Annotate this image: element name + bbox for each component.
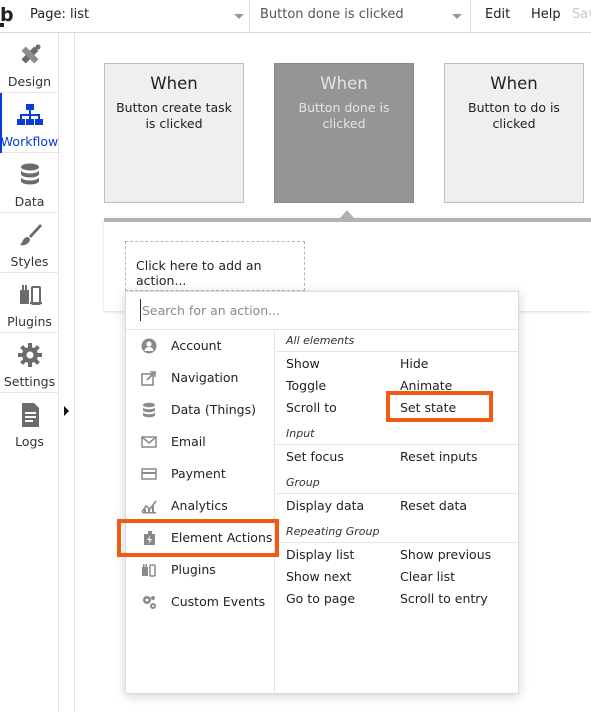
- action-go-to-page[interactable]: Go to page: [286, 591, 355, 606]
- selected-event-pointer: [340, 210, 354, 218]
- action-hide[interactable]: Hide: [400, 356, 429, 371]
- category-data-things[interactable]: Data (Things): [126, 394, 275, 426]
- menu-edit[interactable]: Edit: [485, 7, 510, 22]
- gears-icon: [143, 596, 156, 609]
- top-bar: b Page: list Button done is clicked Edit…: [0, 0, 591, 33]
- credit-card-icon: [141, 468, 157, 480]
- analytics-icon: [141, 500, 157, 514]
- sidebar-item-design[interactable]: Design: [0, 33, 59, 93]
- plugin-icon: [142, 564, 156, 577]
- sidebar-item-label: Plugins: [7, 314, 52, 329]
- sidebar-item-label: Design: [7, 74, 52, 89]
- sidebar-item-settings[interactable]: Settings: [0, 333, 59, 393]
- menu-help[interactable]: Help: [531, 7, 561, 22]
- action-clear-list[interactable]: Clear list: [400, 569, 455, 584]
- action-display-data[interactable]: Display data: [286, 498, 364, 513]
- event-card[interactable]: When Button create task is clicked: [104, 63, 244, 203]
- email-icon: [141, 436, 157, 448]
- chevron-down-icon: [234, 14, 244, 19]
- category-analytics[interactable]: Analytics: [126, 490, 275, 522]
- page-selector[interactable]: Page: list: [19, 0, 250, 33]
- category-email[interactable]: Email: [126, 426, 275, 458]
- category-label: Account: [171, 338, 222, 353]
- database-icon: [143, 402, 155, 418]
- event-selector[interactable]: Button done is clicked: [251, 0, 471, 33]
- brush-icon: [20, 224, 42, 246]
- category-list: Account Navigation Data (Things) Email P…: [126, 330, 275, 693]
- event-card-title: When: [150, 74, 198, 93]
- sidebar-item-data[interactable]: Data: [0, 153, 59, 213]
- action-scroll-to[interactable]: Scroll to: [286, 400, 337, 415]
- action-show[interactable]: Show: [286, 356, 320, 371]
- gear-icon: [18, 343, 42, 367]
- category-label: Custom Events: [171, 594, 266, 609]
- category-label: Data (Things): [171, 402, 256, 417]
- action-display-list[interactable]: Display list: [286, 547, 354, 562]
- app-root: { "header": { "page_selector": "Page: li…: [0, 0, 591, 712]
- sidebar-item-label: Data: [14, 194, 45, 209]
- event-card-description: Button create task is clicked: [116, 100, 232, 131]
- sidebar-item-label: Settings: [3, 374, 56, 389]
- action-reset-inputs[interactable]: Reset inputs: [400, 449, 478, 464]
- category-label: Navigation: [171, 370, 239, 385]
- group-title-group: Group: [286, 476, 320, 489]
- action-list: All elements Show Hide Toggle Animate Sc…: [276, 330, 518, 693]
- group-title-all-elements: All elements: [286, 334, 355, 347]
- database-icon: [21, 163, 39, 185]
- category-payment[interactable]: Payment: [126, 458, 275, 490]
- chevron-down-icon: [452, 14, 462, 19]
- sidebar-item-styles[interactable]: Styles: [0, 213, 59, 273]
- action-picker-dropdown: Account Navigation Data (Things) Email: [125, 291, 519, 694]
- event-selector-label: Button done is clicked: [260, 7, 404, 22]
- page-selector-label: Page: list: [30, 7, 90, 22]
- menu-save[interactable]: Save: [572, 7, 591, 22]
- element-actions-highlight-box: [117, 519, 279, 557]
- document-icon: [22, 403, 39, 427]
- action-scroll-to-entry[interactable]: Scroll to entry: [400, 591, 488, 606]
- category-label: Email: [171, 434, 206, 449]
- event-card-title: When: [490, 74, 538, 93]
- workflow-icon: [17, 104, 43, 125]
- action-search-input[interactable]: [140, 299, 500, 321]
- expand-panel-arrow-icon[interactable]: [64, 406, 69, 416]
- account-icon: [141, 338, 157, 354]
- action-set-focus[interactable]: Set focus: [286, 449, 344, 464]
- navigation-icon: [141, 371, 156, 386]
- action-show-previous[interactable]: Show previous: [400, 547, 491, 562]
- design-icon: [21, 44, 41, 64]
- category-navigation[interactable]: Navigation: [126, 362, 275, 394]
- sidebar-item-label: Logs: [15, 434, 44, 449]
- event-card-description: Button to do is clicked: [468, 100, 560, 131]
- action-toggle[interactable]: Toggle: [286, 378, 326, 393]
- set-state-highlight-box: [386, 391, 493, 422]
- logo-dot: [0, 23, 4, 27]
- action-show-next[interactable]: Show next: [286, 569, 351, 584]
- category-custom-events[interactable]: Custom Events: [126, 586, 275, 618]
- add-action-label: Click here to add an action...: [136, 258, 262, 288]
- category-label: Payment: [171, 466, 226, 481]
- sidebar-item-label: Styles: [10, 254, 49, 269]
- plugin-icon: [20, 285, 42, 305]
- event-card-selected[interactable]: When Button done is clicked: [274, 63, 414, 203]
- category-label: Analytics: [171, 498, 228, 513]
- category-plugins[interactable]: Plugins: [126, 554, 275, 586]
- category-label: Plugins: [171, 562, 216, 577]
- sidebar-item-logs[interactable]: Logs: [0, 393, 59, 453]
- group-title-input: Input: [286, 427, 315, 440]
- event-card[interactable]: When Button to do is clicked: [444, 63, 584, 203]
- sidebar-item-workflow[interactable]: Workflow: [0, 93, 61, 153]
- sidebar-item-plugins[interactable]: Plugins: [0, 273, 59, 333]
- add-action-button[interactable]: Click here to add an action...: [125, 241, 305, 291]
- group-title-repeating-group: Repeating Group: [286, 525, 380, 538]
- action-reset-data[interactable]: Reset data: [400, 498, 467, 513]
- event-card-title: When: [320, 74, 368, 93]
- sidebar-item-label: Workflow: [0, 134, 59, 149]
- event-card-description: Button done is clicked: [298, 100, 390, 131]
- sidebar: Design Workflow Data Styles Plugins Sett…: [0, 33, 61, 712]
- category-account[interactable]: Account: [126, 330, 275, 362]
